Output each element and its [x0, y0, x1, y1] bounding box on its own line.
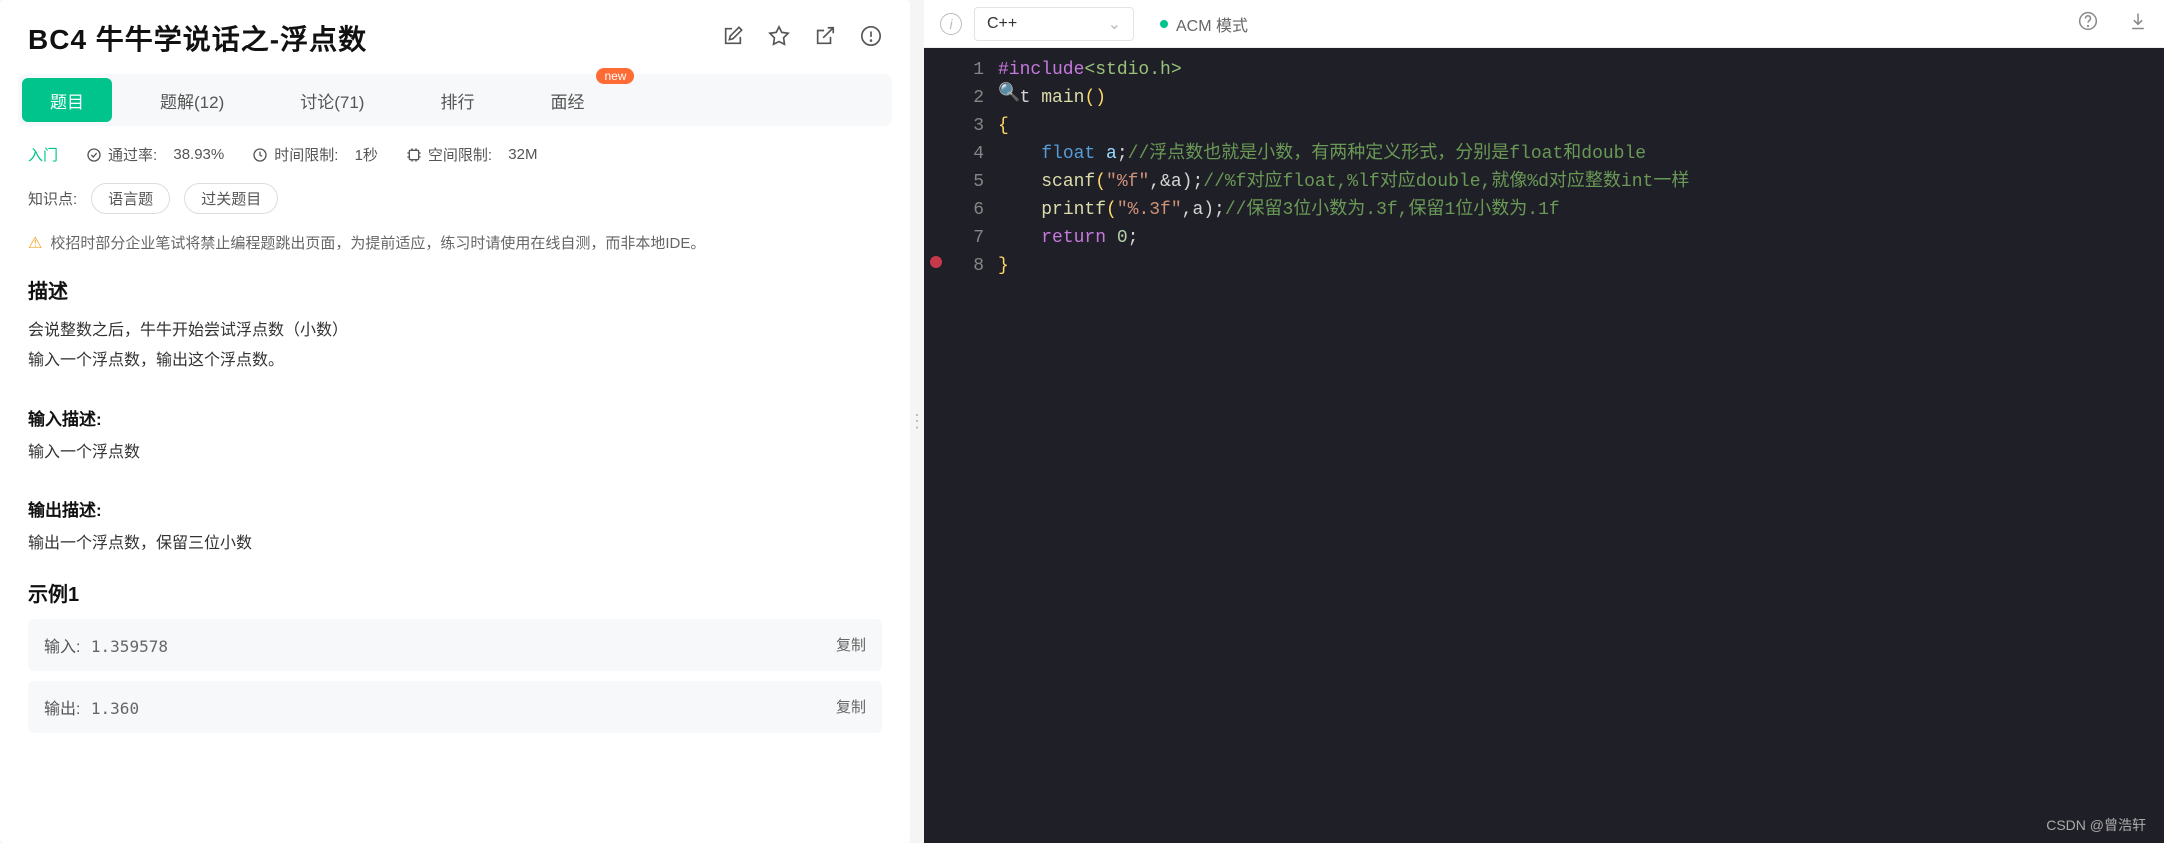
- input-text: 输入一个浮点数: [28, 438, 882, 468]
- output-heading: 输出描述:: [28, 496, 882, 521]
- breakpoint-gutter[interactable]: [924, 56, 948, 843]
- code-content[interactable]: #include<stdio.h> int main() { float a;/…: [998, 56, 2164, 843]
- tabs: 题目 题解(12) 讨论(71) 排行 面经 new: [0, 74, 910, 126]
- watermark: CSDN @曾浩轩: [2046, 815, 2146, 835]
- example-output-block: 输出: 1.360 复制: [28, 681, 882, 733]
- desc-text-2: 输入一个浮点数，输出这个浮点数。: [28, 346, 882, 376]
- editor-panel: i C++ ⌄ ACM 模式 12345678 #include<stdio.h…: [924, 0, 2164, 843]
- clock-icon: [252, 147, 268, 163]
- time-limit: 时间限制: 1秒: [252, 144, 378, 165]
- desc-heading: 描述: [28, 275, 882, 304]
- mode-indicator: ACM 模式: [1160, 12, 1248, 36]
- alert-icon[interactable]: [860, 25, 882, 52]
- problem-title: BC4 牛牛学说话之-浮点数: [28, 18, 367, 58]
- copy-button[interactable]: 复制: [836, 634, 866, 655]
- copy-button[interactable]: 复制: [836, 696, 866, 717]
- header-actions: [722, 25, 882, 52]
- pass-rate: 通过率: 38.93%: [86, 144, 224, 165]
- example-heading: 示例1: [28, 578, 882, 607]
- language-value: C++: [987, 15, 1017, 33]
- example-in-value: 1.359578: [91, 637, 168, 656]
- editor-toolbar: i C++ ⌄ ACM 模式: [924, 0, 2164, 48]
- desc-text-1: 会说整数之后，牛牛开始尝试浮点数（小数）: [28, 316, 882, 346]
- status-dot-icon: [1160, 20, 1168, 28]
- help-icon[interactable]: [2078, 11, 2098, 36]
- output-section: 输出描述: 输出一个浮点数，保留三位小数: [0, 486, 910, 577]
- tab-problem[interactable]: 题目: [22, 78, 112, 122]
- share-icon[interactable]: [814, 25, 836, 52]
- meta-row: 入门 通过率: 38.93% 时间限制: 1秒 空间限制: 32M: [0, 126, 910, 175]
- chevron-down-icon: ⌄: [1108, 14, 1121, 34]
- tab-interview[interactable]: 面经 new: [522, 78, 612, 122]
- input-section: 输入描述: 输入一个浮点数: [0, 395, 910, 486]
- output-text: 输出一个浮点数，保留三位小数: [28, 529, 882, 559]
- code-editor[interactable]: 12345678 #include<stdio.h> int main() { …: [924, 48, 2164, 843]
- difficulty-tag: 入门: [28, 144, 58, 165]
- new-badge: new: [596, 68, 634, 84]
- tab-rank[interactable]: 排行: [412, 78, 502, 122]
- problem-panel: BC4 牛牛学说话之-浮点数 题目 题解(12) 讨论(71) 排行 面经 ne…: [0, 0, 910, 843]
- warning-text: 校招时部分企业笔试将禁止编程题跳出页面，为提前适应，练习时请使用在线自测，而非本…: [50, 232, 705, 253]
- input-heading: 输入描述:: [28, 405, 882, 430]
- warning-icon: ⚠: [28, 233, 42, 253]
- download-icon[interactable]: [2128, 11, 2148, 36]
- memory-icon: [406, 147, 422, 163]
- info-icon[interactable]: i: [940, 13, 962, 35]
- example-input-block: 输入: 1.359578 复制: [28, 619, 882, 671]
- language-select[interactable]: C++ ⌄: [974, 7, 1134, 41]
- breakpoint-icon[interactable]: [930, 256, 942, 268]
- line-numbers: 12345678: [948, 56, 998, 843]
- tab-discuss[interactable]: 讨论(71): [272, 78, 392, 122]
- example-section: 示例1 输入: 1.359578 复制 输出: 1.360 复制: [0, 578, 910, 751]
- star-icon[interactable]: [768, 25, 790, 52]
- edit-icon[interactable]: [722, 25, 744, 52]
- mode-label: ACM 模式: [1176, 12, 1248, 36]
- tab-interview-label: 面经: [550, 88, 584, 113]
- tab-solutions[interactable]: 题解(12): [132, 78, 252, 122]
- cursor-overlay-icon: 🔍: [998, 80, 1020, 108]
- space-limit: 空间限制: 32M: [406, 144, 538, 165]
- check-circle-icon: [86, 147, 102, 163]
- tags-row: 知识点: 语言题 过关题目: [0, 175, 910, 232]
- example-in-label: 输入:: [44, 639, 80, 656]
- warning-row: ⚠ 校招时部分企业笔试将禁止编程题跳出页面，为提前适应，练习时请使用在线自测，而…: [0, 232, 910, 275]
- example-out-value: 1.360: [91, 699, 139, 718]
- tag-chip[interactable]: 语言题: [91, 183, 170, 214]
- tag-chip[interactable]: 过关题目: [184, 183, 278, 214]
- header: BC4 牛牛学说话之-浮点数: [0, 0, 910, 64]
- example-out-label: 输出:: [44, 701, 80, 718]
- description-section: 描述 会说整数之后，牛牛开始尝试浮点数（小数） 输入一个浮点数，输出这个浮点数。: [0, 275, 910, 395]
- panel-divider[interactable]: [910, 0, 924, 843]
- tags-label: 知识点:: [28, 188, 77, 209]
